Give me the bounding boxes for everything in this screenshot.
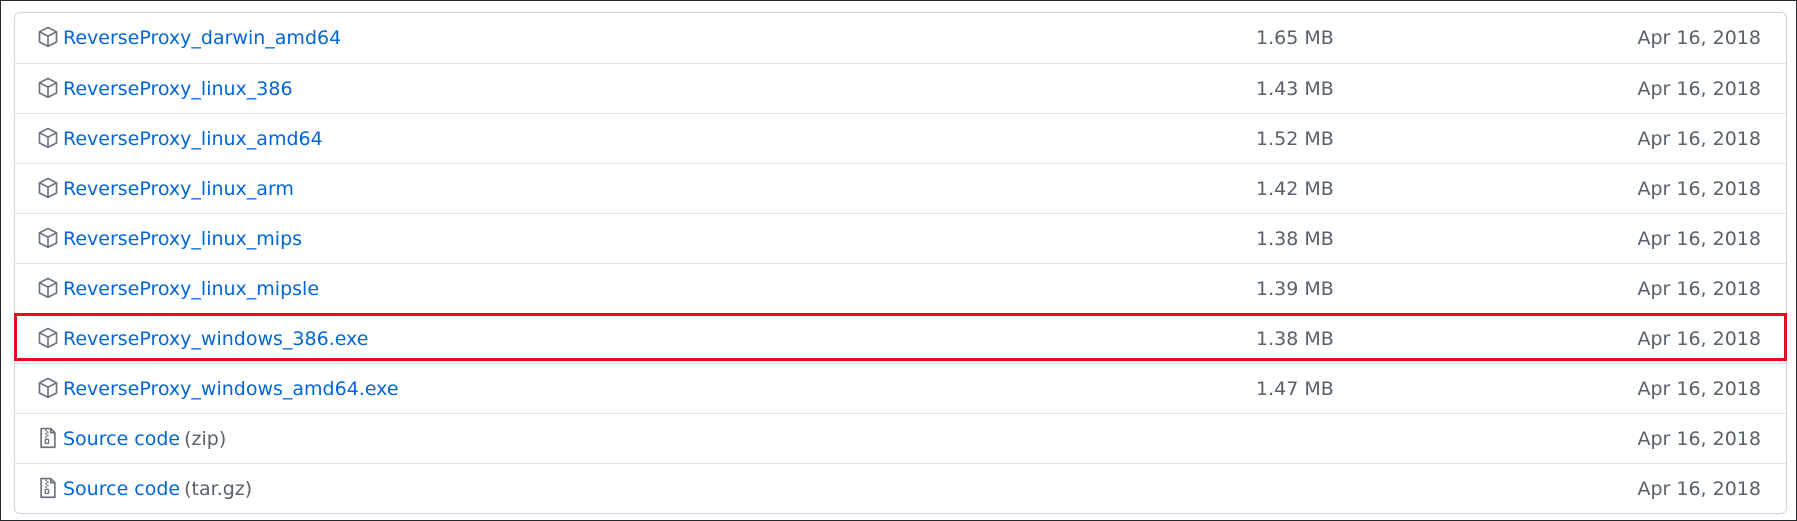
asset-row: ReverseProxy_linux_mips 1.38 MB Apr 16, … [15, 213, 1786, 263]
asset-link[interactable]: ReverseProxy_linux_amd64 [63, 128, 323, 150]
asset-row: ReverseProxy_linux_arm 1.42 MB Apr 16, 2… [15, 163, 1786, 213]
package-icon [37, 326, 59, 348]
package-icon [37, 126, 59, 148]
asset-date: Apr 16, 2018 [1637, 427, 1761, 450]
asset-row: ReverseProxy_linux_amd64 1.52 MB Apr 16,… [15, 113, 1786, 163]
source-code-label: Source code [63, 427, 181, 450]
asset-link[interactable]: ReverseProxy_darwin_amd64 [63, 27, 341, 49]
asset-size: 1.42 MB [1256, 177, 1334, 200]
asset-size: 1.39 MB [1256, 277, 1334, 300]
package-icon [37, 376, 59, 398]
file-zip-icon [37, 426, 59, 448]
asset-date: Apr 16, 2018 [1637, 77, 1761, 100]
asset-link[interactable]: ReverseProxy_windows_amd64.exe [63, 378, 399, 400]
asset-link[interactable]: ReverseProxy_linux_386 [63, 78, 293, 100]
asset-size: 1.43 MB [1256, 77, 1334, 100]
package-icon [37, 76, 59, 98]
source-code-format: (tar.gz) [184, 477, 253, 500]
asset-link[interactable]: ReverseProxy_windows_386.exe [63, 328, 368, 350]
asset-date: Apr 16, 2018 [1637, 127, 1761, 150]
asset-row: ReverseProxy_linux_386 1.43 MB Apr 16, 2… [15, 63, 1786, 113]
source-code-link[interactable]: Source code (zip) [63, 428, 226, 450]
screenshot-frame: ReverseProxy_darwin_amd64 1.65 MB Apr 16… [0, 0, 1797, 521]
package-icon [37, 26, 59, 48]
package-icon [37, 176, 59, 198]
source-row: Source code (zip) Apr 16, 2018 [15, 413, 1786, 463]
asset-link[interactable]: ReverseProxy_linux_arm [63, 178, 294, 200]
asset-date: Apr 16, 2018 [1637, 377, 1761, 400]
asset-date: Apr 16, 2018 [1637, 477, 1761, 500]
asset-row: ReverseProxy_windows_amd64.exe 1.47 MB A… [15, 363, 1786, 413]
asset-date: Apr 16, 2018 [1637, 277, 1761, 300]
asset-size: 1.65 MB [1256, 27, 1334, 49]
release-assets-list: ReverseProxy_darwin_amd64 1.65 MB Apr 16… [14, 12, 1787, 514]
source-code-label: Source code [63, 477, 181, 500]
source-code-format: (zip) [184, 427, 227, 450]
asset-size: 1.38 MB [1256, 327, 1334, 350]
asset-size: 1.47 MB [1256, 377, 1334, 400]
package-icon [37, 276, 59, 298]
asset-size: 1.38 MB [1256, 227, 1334, 250]
asset-row-highlighted: ReverseProxy_windows_386.exe 1.38 MB Apr… [15, 313, 1786, 363]
asset-link[interactable]: ReverseProxy_linux_mipsle [63, 278, 319, 300]
asset-row: ReverseProxy_linux_mipsle 1.39 MB Apr 16… [15, 263, 1786, 313]
asset-size: 1.52 MB [1256, 127, 1334, 150]
asset-date: Apr 16, 2018 [1637, 227, 1761, 250]
asset-row: ReverseProxy_darwin_amd64 1.65 MB Apr 16… [15, 13, 1786, 63]
file-zip-icon [37, 476, 59, 498]
asset-link[interactable]: ReverseProxy_linux_mips [63, 228, 302, 250]
asset-date: Apr 16, 2018 [1637, 177, 1761, 200]
source-row: Source code (tar.gz) Apr 16, 2018 [15, 463, 1786, 513]
source-code-link[interactable]: Source code (tar.gz) [63, 478, 252, 500]
package-icon [37, 226, 59, 248]
asset-date: Apr 16, 2018 [1637, 27, 1761, 49]
asset-date: Apr 16, 2018 [1637, 327, 1761, 350]
